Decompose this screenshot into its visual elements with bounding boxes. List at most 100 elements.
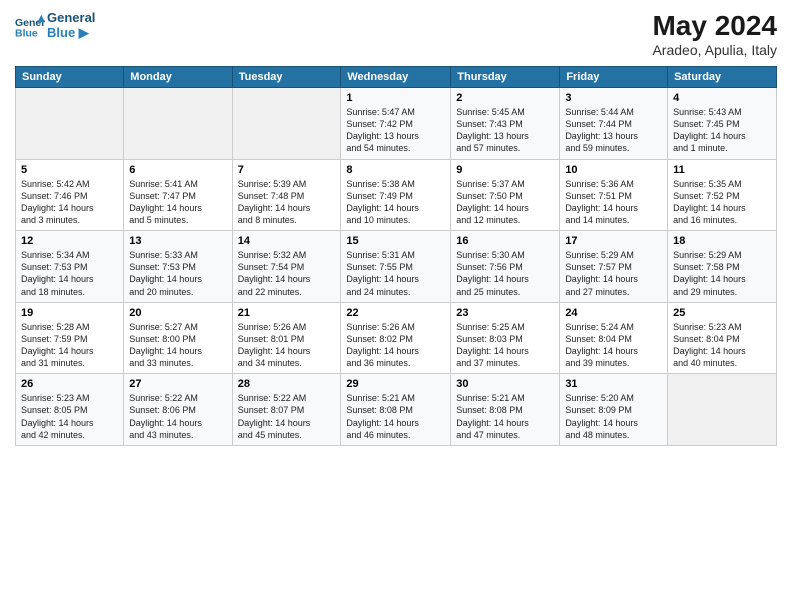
col-tuesday: Tuesday: [232, 67, 341, 88]
day-info: Sunrise: 5:22 AM Sunset: 8:07 PM Dayligh…: [238, 392, 336, 441]
day-info: Sunrise: 5:34 AM Sunset: 7:53 PM Dayligh…: [21, 249, 118, 298]
day-info: Sunrise: 5:41 AM Sunset: 7:47 PM Dayligh…: [129, 178, 226, 227]
day-number: 10: [565, 164, 662, 176]
table-cell: 15 Sunrise: 5:31 AM Sunset: 7:55 PM Dayli…: [341, 231, 451, 303]
day-number: 23: [456, 307, 554, 319]
day-number: 20: [129, 307, 226, 319]
day-number: 2: [456, 92, 554, 104]
day-number: 26: [21, 378, 118, 390]
table-cell: 9 Sunrise: 5:37 AM Sunset: 7:50 PM Daylig…: [451, 159, 560, 231]
table-cell: 29 Sunrise: 5:21 AM Sunset: 8:08 PM Dayli…: [341, 374, 451, 446]
day-info: Sunrise: 5:31 AM Sunset: 7:55 PM Dayligh…: [346, 249, 445, 298]
day-number: 14: [238, 235, 336, 247]
day-info: Sunrise: 5:21 AM Sunset: 8:08 PM Dayligh…: [456, 392, 554, 441]
day-info: Sunrise: 5:43 AM Sunset: 7:45 PM Dayligh…: [673, 106, 771, 155]
table-cell: 21 Sunrise: 5:26 AM Sunset: 8:01 PM Dayli…: [232, 302, 341, 374]
day-info: Sunrise: 5:26 AM Sunset: 8:01 PM Dayligh…: [238, 321, 336, 370]
table-cell: 10 Sunrise: 5:36 AM Sunset: 7:51 PM Dayli…: [560, 159, 668, 231]
table-cell: [232, 88, 341, 160]
table-cell: 7 Sunrise: 5:39 AM Sunset: 7:48 PM Daylig…: [232, 159, 341, 231]
table-cell: 25 Sunrise: 5:23 AM Sunset: 8:04 PM Dayli…: [668, 302, 777, 374]
day-number: 29: [346, 378, 445, 390]
day-info: Sunrise: 5:29 AM Sunset: 7:57 PM Dayligh…: [565, 249, 662, 298]
table-cell: 26 Sunrise: 5:23 AM Sunset: 8:05 PM Dayli…: [16, 374, 124, 446]
table-cell: 30 Sunrise: 5:21 AM Sunset: 8:08 PM Dayli…: [451, 374, 560, 446]
day-number: 15: [346, 235, 445, 247]
calendar-table: Sunday Monday Tuesday Wednesday Thursday…: [15, 66, 777, 446]
day-number: 3: [565, 92, 662, 104]
day-number: 7: [238, 164, 336, 176]
day-info: Sunrise: 5:32 AM Sunset: 7:54 PM Dayligh…: [238, 249, 336, 298]
table-cell: 6 Sunrise: 5:41 AM Sunset: 7:47 PM Daylig…: [124, 159, 232, 231]
table-cell: 1Sunrise: 5:47 AM Sunset: 7:42 PM Daylig…: [341, 88, 451, 160]
logo-icon: General Blue: [15, 11, 45, 41]
col-wednesday: Wednesday: [341, 67, 451, 88]
day-number: 22: [346, 307, 445, 319]
day-info: Sunrise: 5:28 AM Sunset: 7:59 PM Dayligh…: [21, 321, 118, 370]
col-thursday: Thursday: [451, 67, 560, 88]
table-cell: 31 Sunrise: 5:20 AM Sunset: 8:09 PM Dayli…: [560, 374, 668, 446]
day-info: Sunrise: 5:21 AM Sunset: 8:08 PM Dayligh…: [346, 392, 445, 441]
day-number: 4: [673, 92, 771, 104]
day-info: Sunrise: 5:30 AM Sunset: 7:56 PM Dayligh…: [456, 249, 554, 298]
logo-general: General: [47, 10, 95, 25]
table-cell: 5Sunrise: 5:42 AM Sunset: 7:46 PM Daylig…: [16, 159, 124, 231]
day-number: 11: [673, 164, 771, 176]
table-cell: 27 Sunrise: 5:22 AM Sunset: 8:06 PM Dayli…: [124, 374, 232, 446]
day-number: 16: [456, 235, 554, 247]
col-monday: Monday: [124, 67, 232, 88]
table-cell: 2 Sunrise: 5:45 AM Sunset: 7:43 PM Daylig…: [451, 88, 560, 160]
table-cell: 12 Sunrise: 5:34 AM Sunset: 7:53 PM Dayli…: [16, 231, 124, 303]
table-cell: 13Sunrise: 5:33 AM Sunset: 7:53 PM Dayli…: [124, 231, 232, 303]
day-info: Sunrise: 5:20 AM Sunset: 8:09 PM Dayligh…: [565, 392, 662, 441]
day-info: Sunrise: 5:37 AM Sunset: 7:50 PM Dayligh…: [456, 178, 554, 227]
table-cell: 18Sunrise: 5:29 AM Sunset: 7:58 PM Dayli…: [668, 231, 777, 303]
table-cell: 22 Sunrise: 5:26 AM Sunset: 8:02 PM Dayli…: [341, 302, 451, 374]
day-number: 12: [21, 235, 118, 247]
table-cell: [668, 374, 777, 446]
day-number: 30: [456, 378, 554, 390]
day-info: Sunrise: 5:33 AM Sunset: 7:53 PM Dayligh…: [129, 249, 226, 298]
day-number: 21: [238, 307, 336, 319]
day-info: Sunrise: 5:22 AM Sunset: 8:06 PM Dayligh…: [129, 392, 226, 441]
table-cell: 14 Sunrise: 5:32 AM Sunset: 7:54 PM Dayli…: [232, 231, 341, 303]
table-cell: 8 Sunrise: 5:38 AM Sunset: 7:49 PM Daylig…: [341, 159, 451, 231]
day-number: 6: [129, 164, 226, 176]
table-cell: 16 Sunrise: 5:30 AM Sunset: 7:56 PM Dayli…: [451, 231, 560, 303]
day-number: 19: [21, 307, 118, 319]
header: General Blue General Blue ▶ May 2024 Ara…: [15, 10, 777, 58]
day-number: 31: [565, 378, 662, 390]
page: General Blue General Blue ▶ May 2024 Ara…: [0, 0, 792, 612]
day-number: 9: [456, 164, 554, 176]
day-info: Sunrise: 5:47 AM Sunset: 7:42 PM Dayligh…: [346, 106, 445, 155]
table-cell: 4 Sunrise: 5:43 AM Sunset: 7:45 PM Daylig…: [668, 88, 777, 160]
day-number: 27: [129, 378, 226, 390]
col-friday: Friday: [560, 67, 668, 88]
day-info: Sunrise: 5:45 AM Sunset: 7:43 PM Dayligh…: [456, 106, 554, 155]
day-info: Sunrise: 5:44 AM Sunset: 7:44 PM Dayligh…: [565, 106, 662, 155]
day-number: 8: [346, 164, 445, 176]
day-info: Sunrise: 5:38 AM Sunset: 7:49 PM Dayligh…: [346, 178, 445, 227]
logo-blue: Blue ▶: [47, 25, 95, 41]
table-cell: 17 Sunrise: 5:29 AM Sunset: 7:57 PM Dayli…: [560, 231, 668, 303]
table-cell: 3 Sunrise: 5:44 AM Sunset: 7:44 PM Daylig…: [560, 88, 668, 160]
table-cell: 11Sunrise: 5:35 AM Sunset: 7:52 PM Dayli…: [668, 159, 777, 231]
day-number: 24: [565, 307, 662, 319]
day-number: 28: [238, 378, 336, 390]
table-cell: 24Sunrise: 5:24 AM Sunset: 8:04 PM Dayli…: [560, 302, 668, 374]
day-info: Sunrise: 5:39 AM Sunset: 7:48 PM Dayligh…: [238, 178, 336, 227]
day-number: 17: [565, 235, 662, 247]
table-cell: 28 Sunrise: 5:22 AM Sunset: 8:07 PM Dayli…: [232, 374, 341, 446]
table-cell: [16, 88, 124, 160]
table-cell: 19 Sunrise: 5:28 AM Sunset: 7:59 PM Dayli…: [16, 302, 124, 374]
day-info: Sunrise: 5:23 AM Sunset: 8:04 PM Dayligh…: [673, 321, 771, 370]
month-title: May 2024: [652, 10, 777, 42]
day-info: Sunrise: 5:23 AM Sunset: 8:05 PM Dayligh…: [21, 392, 118, 441]
day-number: 25: [673, 307, 771, 319]
col-saturday: Saturday: [668, 67, 777, 88]
table-cell: [124, 88, 232, 160]
day-info: Sunrise: 5:36 AM Sunset: 7:51 PM Dayligh…: [565, 178, 662, 227]
location: Aradeo, Apulia, Italy: [652, 42, 777, 58]
title-block: May 2024 Aradeo, Apulia, Italy: [652, 10, 777, 58]
day-info: Sunrise: 5:26 AM Sunset: 8:02 PM Dayligh…: [346, 321, 445, 370]
